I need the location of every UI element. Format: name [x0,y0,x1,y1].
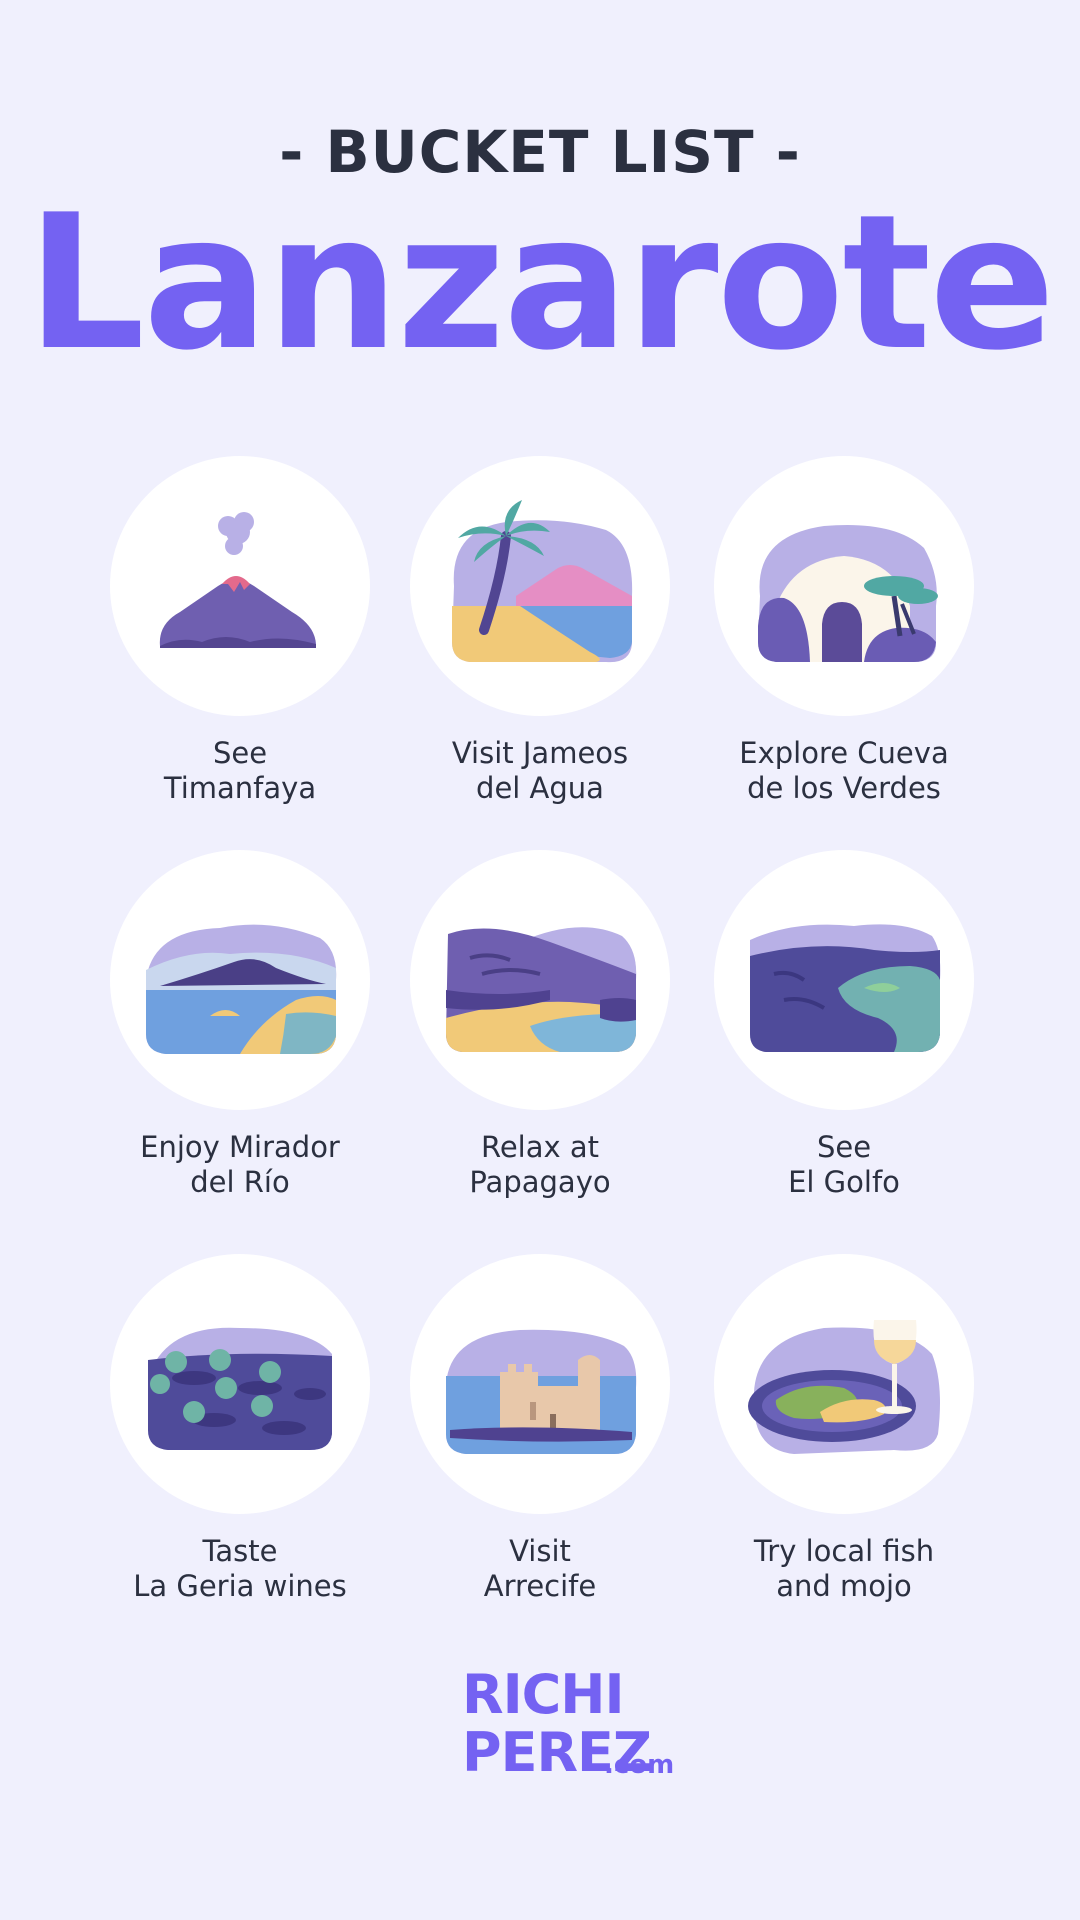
item-label: Try local fish and mojo [753,1534,935,1603]
brand-logo: RICHI PEREZ .com [462,1668,682,1798]
vineyard-icon [110,1254,370,1514]
palm-beach-icon [410,456,670,716]
volcano-icon [110,456,370,716]
logo-suffix: .com [604,1750,675,1780]
beach-cliffs-icon [410,850,670,1110]
fish-wine-icon [714,1254,974,1514]
item-label: Relax at Papagayo [469,1130,611,1199]
green-lagoon-icon [714,850,974,1110]
cave-icon [714,456,974,716]
item-label: See El Golfo [788,1130,900,1199]
logo-line-1: RICHI [462,1663,625,1726]
item-label: Visit Arrecife [483,1534,597,1603]
item-label: Explore Cueva de los Verdes [739,736,949,805]
bucket-list-grid: See Timanfaya Visit Jameos del Agua Expl… [0,0,1080,1920]
castle-icon [410,1254,670,1514]
viewpoint-icon [110,850,370,1110]
item-label: Visit Jameos del Agua [451,736,629,805]
item-label: Taste La Geria wines [133,1534,347,1603]
item-label: See Timanfaya [163,736,317,805]
item-label: Enjoy Mirador del Río [140,1130,340,1199]
